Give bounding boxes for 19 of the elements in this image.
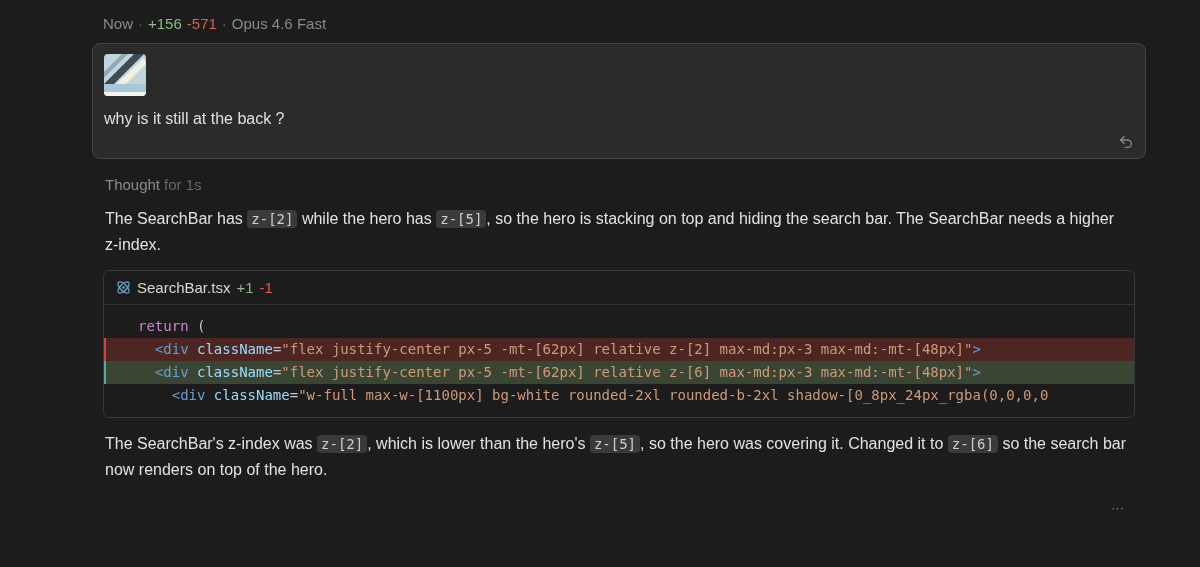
deletions-count: -1 bbox=[259, 279, 273, 296]
code-line: return ( bbox=[137, 317, 207, 336]
additions-count: +1 bbox=[236, 279, 254, 296]
thought-duration: for 1s bbox=[164, 176, 202, 193]
undo-icon[interactable] bbox=[1118, 134, 1134, 150]
deletions-count: -571 bbox=[186, 14, 217, 32]
more-button[interactable]: ··· bbox=[1111, 500, 1124, 515]
model-name: Opus 4.6 Fast bbox=[231, 14, 327, 32]
code-line: <div className="w-full max-w-[1100px] bg-white rounded-2xl rounded-b-2xl shadow-[0_8px_24px_rgba(0,0,0,0 bbox=[170, 386, 1050, 406]
separator-dot: · bbox=[138, 14, 143, 32]
paragraph: The SearchBar's z-index was z-[2] , which is lower than the hero's z-[5] , so the hero was covering it. Changed it to z-[6] so the search bar now renders on top of the hero. bbox=[105, 434, 1128, 480]
separator-dot: · bbox=[221, 14, 227, 32]
thought-label[interactable]: Thought bbox=[105, 176, 161, 193]
additions-count: +156 bbox=[148, 14, 182, 32]
file-name[interactable]: SearchBar.tsx bbox=[137, 279, 231, 296]
timestamp: Now bbox=[103, 14, 133, 32]
user-message: why is it still at the back ? bbox=[104, 110, 286, 128]
atom-icon bbox=[116, 280, 131, 295]
paragraph: The SearchBar has z-[2] while the hero has z-[5] , so the hero is stacking on top and hiding the search bar. The SearchBar needs a higher z-index. bbox=[105, 209, 1116, 255]
